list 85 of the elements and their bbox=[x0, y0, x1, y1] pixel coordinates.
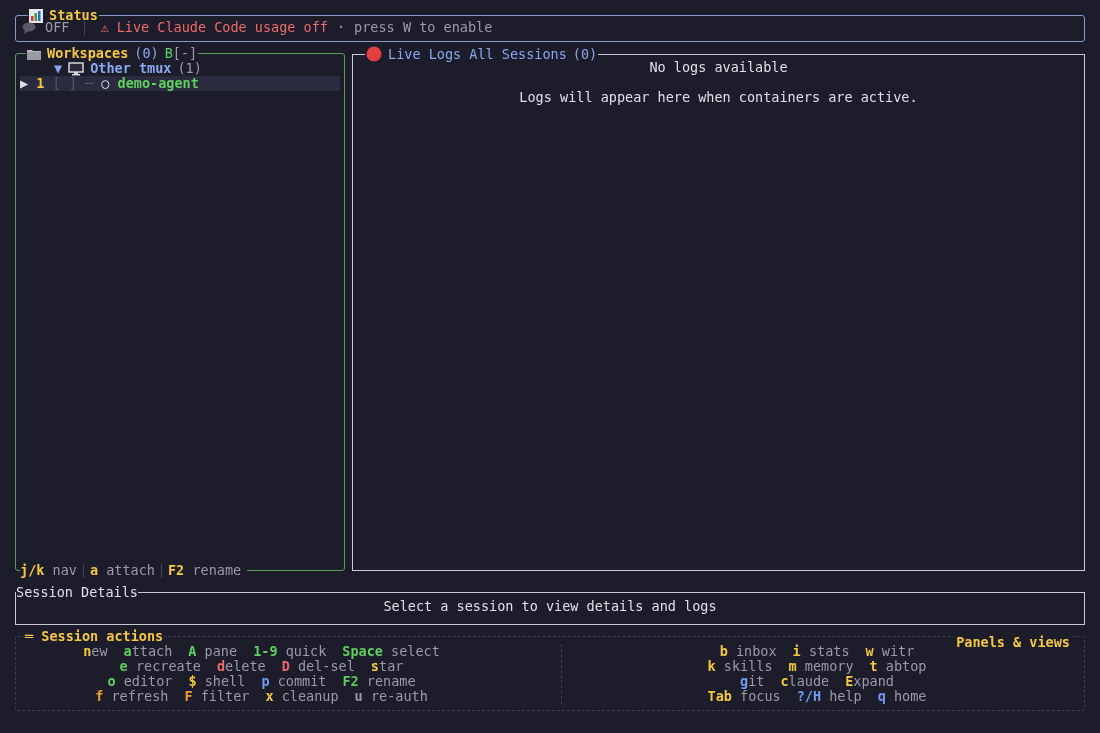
bar-chart-icon bbox=[29, 8, 43, 23]
shortcut-key: A bbox=[188, 644, 197, 659]
shortcut-label: help bbox=[828, 689, 862, 704]
panel-title: Live Logs All Sessions bbox=[388, 46, 567, 62]
shortcut-hint: j/k nav bbox=[20, 563, 77, 578]
shortcut-label: quick bbox=[284, 644, 327, 659]
shortcut-key: k bbox=[707, 659, 716, 674]
shortcut-hint: a attach bbox=[89, 563, 155, 578]
shortcut-label: tar bbox=[379, 659, 404, 674]
shortcut-label: recreate bbox=[134, 659, 201, 674]
shortcut-key: w bbox=[865, 644, 874, 659]
shortcut-label: commit bbox=[276, 674, 327, 689]
panel-title: Session Details bbox=[16, 585, 138, 600]
shortcut-label: pane bbox=[203, 644, 238, 659]
shortcut-key: ?/H bbox=[796, 689, 822, 704]
shortcut-label: filter bbox=[199, 689, 250, 704]
shortcut-label: witr bbox=[880, 644, 915, 659]
shortcut-label: select bbox=[390, 644, 440, 659]
shortcut-key: c bbox=[780, 674, 789, 689]
shortcut-key: t bbox=[869, 659, 878, 674]
log-count: (0) bbox=[572, 46, 598, 62]
panel-title: Workspaces bbox=[47, 46, 129, 61]
shortcut-label: xpand bbox=[853, 674, 894, 689]
monitor-icon bbox=[68, 61, 85, 76]
shortcut-label: focus bbox=[739, 689, 781, 704]
shortcut-label: del-sel bbox=[297, 659, 355, 674]
usage-state: OFF bbox=[45, 20, 70, 35]
shortcut-key: x bbox=[265, 689, 274, 704]
shortcut-key: m bbox=[788, 659, 797, 674]
shortcut-key: Space bbox=[342, 644, 383, 659]
shortcut-key: e bbox=[119, 659, 128, 674]
shortcut-key: o bbox=[107, 674, 116, 689]
shortcut-label: laude bbox=[788, 674, 830, 689]
shortcut-label: re-auth bbox=[369, 689, 428, 704]
shortcut-key: $ bbox=[188, 674, 197, 689]
details-message: Select a session to view details and logs bbox=[382, 599, 718, 614]
shortcut-label: refresh bbox=[110, 689, 169, 704]
shortcut-key: n bbox=[83, 644, 92, 659]
shortcut-label: ew bbox=[91, 644, 108, 659]
section-title: Panels & views bbox=[954, 635, 1072, 650]
shortcut-label: memory bbox=[803, 659, 854, 674]
shortcut-key: s bbox=[370, 659, 379, 674]
shortcut-label: stats bbox=[807, 644, 850, 659]
shortcut-key: 1-9 bbox=[253, 644, 278, 659]
shortcut-label: ttach bbox=[131, 644, 173, 659]
shortcut-label: shell bbox=[203, 674, 246, 689]
shortcut-key: Tab bbox=[707, 689, 732, 704]
shortcut-label: cleanup bbox=[280, 689, 339, 704]
empty-title: No logs available bbox=[648, 60, 789, 75]
expand-toggle[interactable]: ▼ bbox=[54, 61, 63, 76]
shortcut-key: f bbox=[95, 689, 104, 704]
shortcut-key: a bbox=[123, 644, 132, 659]
shortcut-label: home bbox=[893, 689, 927, 704]
shortcut-key: g bbox=[740, 674, 749, 689]
shortcut-label: editor bbox=[122, 674, 173, 689]
shortcut-key: d bbox=[216, 659, 226, 674]
shortcut-key: E bbox=[845, 674, 854, 689]
shortcut-label: skills bbox=[722, 659, 773, 674]
shortcut-key: i bbox=[792, 644, 801, 659]
shortcut-label: inbox bbox=[734, 644, 777, 659]
section-title: ═ Session actions bbox=[25, 629, 164, 644]
group-count: (1) bbox=[177, 61, 202, 76]
badge-text: B[-] bbox=[164, 46, 198, 61]
workspace-count: (0) bbox=[134, 46, 159, 61]
shortcut-key: F2 bbox=[342, 674, 359, 689]
shortcut-key: F bbox=[184, 689, 193, 704]
empty-message: Logs will appear here when containers are active. bbox=[518, 90, 919, 105]
panel-title: Status bbox=[49, 8, 98, 23]
hint-text: press W to enable bbox=[354, 20, 493, 35]
shortcut-key: D bbox=[281, 659, 290, 674]
folder-icon bbox=[27, 47, 41, 60]
shortcut-label: rename bbox=[365, 674, 416, 689]
shortcut-key: q bbox=[877, 689, 886, 704]
shortcut-label: it bbox=[748, 674, 765, 689]
warning-text: ⚠ Live Claude Code usage off bbox=[100, 20, 328, 35]
shortcut-hint: F2 rename bbox=[168, 563, 242, 578]
shortcut-key: u bbox=[354, 689, 363, 704]
shortcut-key: b bbox=[719, 644, 728, 659]
shortcut-label: elete bbox=[225, 659, 266, 674]
group-name: Other tmux bbox=[90, 61, 172, 76]
shortcut-key: p bbox=[261, 674, 270, 689]
record-icon bbox=[366, 46, 382, 62]
separator-dot: · bbox=[336, 20, 346, 35]
shortcut-label: abtop bbox=[884, 659, 927, 674]
session-row[interactable]: ▶ 1 [ ] ─ ○ demo-agent bbox=[20, 76, 340, 91]
